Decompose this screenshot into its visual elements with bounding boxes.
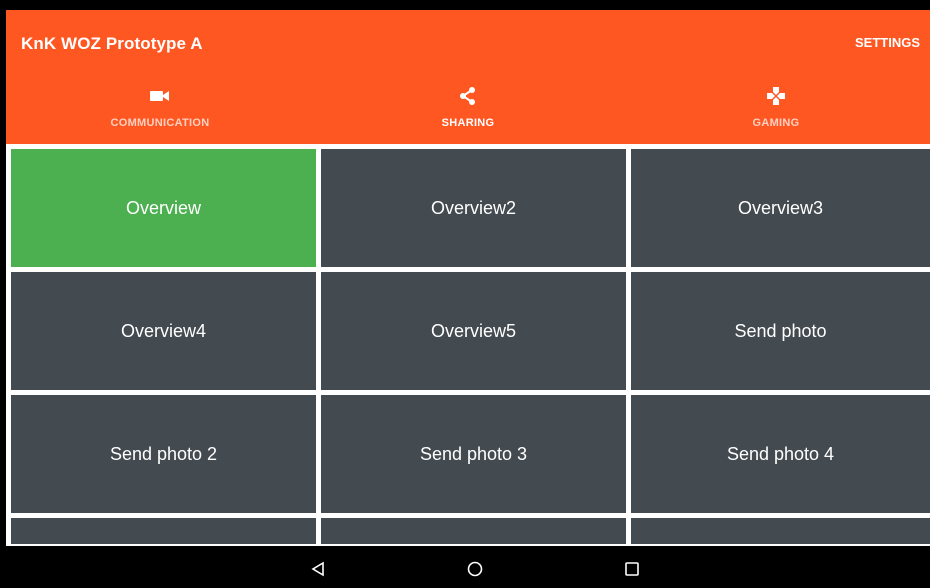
tab-bar: COMMUNICATION SHARING GAMING <box>6 82 930 150</box>
gamepad-icon <box>766 86 786 106</box>
share-icon <box>459 86 477 106</box>
tab-communication[interactable]: COMMUNICATION <box>6 82 314 144</box>
recents-icon[interactable] <box>621 558 643 580</box>
app-title: KnK WOZ Prototype A <box>21 34 203 53</box>
send-photo-button[interactable]: Send photo <box>631 272 930 390</box>
tab-label: GAMING <box>752 117 800 129</box>
send-photo-3-button[interactable]: Send photo 3 <box>321 395 626 513</box>
tab-label: SHARING <box>441 117 495 129</box>
home-icon[interactable] <box>464 558 486 580</box>
tab-label: COMMUNICATION <box>110 117 210 129</box>
overview2-button[interactable]: Overview2 <box>321 149 626 267</box>
settings-button[interactable]: SETTINGS <box>855 35 920 50</box>
overview-button[interactable]: Overview <box>11 149 316 267</box>
app-bar: KnK WOZ Prototype A SETTINGS COMMUNICATI… <box>6 10 930 150</box>
send-photo-2-button[interactable]: Send photo 2 <box>11 395 316 513</box>
app-window: KnK WOZ Prototype A SETTINGS COMMUNICATI… <box>6 10 930 588</box>
partial-grid-button[interactable] <box>631 518 930 544</box>
button-grid: Overview Overview2 Overview3 Overview4 O… <box>6 144 930 546</box>
overview3-button[interactable]: Overview3 <box>631 149 930 267</box>
partial-grid-button[interactable] <box>321 518 626 544</box>
tab-sharing[interactable]: SHARING <box>314 82 622 150</box>
partial-grid-button[interactable] <box>11 518 316 544</box>
back-icon[interactable] <box>307 558 329 580</box>
system-nav-bar <box>6 546 930 588</box>
send-photo-4-button[interactable]: Send photo 4 <box>631 395 930 513</box>
tab-gaming[interactable]: GAMING <box>622 82 930 144</box>
overview5-button[interactable]: Overview5 <box>321 272 626 390</box>
video-camera-icon <box>150 86 170 106</box>
overview4-button[interactable]: Overview4 <box>11 272 316 390</box>
